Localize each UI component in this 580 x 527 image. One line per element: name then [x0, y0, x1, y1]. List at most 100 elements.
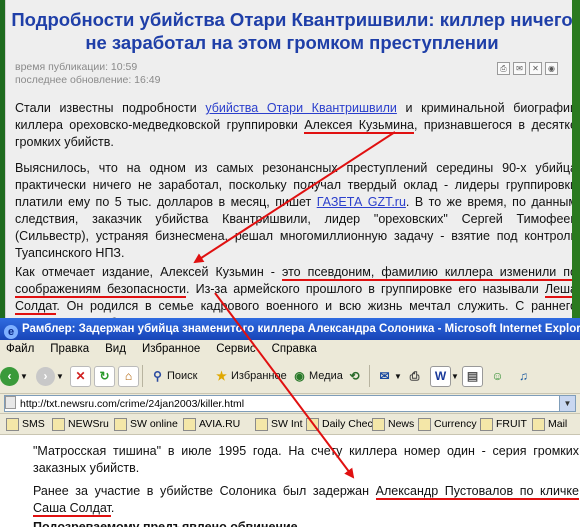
- refresh-icon: ↻: [94, 365, 115, 387]
- last-updated: последнее обновление: 16:49: [15, 74, 161, 86]
- link-newsru[interactable]: NEWSru: [52, 414, 109, 434]
- article-panel: Подробности убийства Отари Квантришвили:…: [0, 0, 580, 318]
- content-text-start: Ранее за участие в убийстве Солоника был…: [33, 484, 376, 498]
- content-subheading: Подозреваемому предъявлено обвинение: [33, 520, 298, 527]
- p3-text-start: Как отмечает издание, Алексей Кузьмин -: [15, 265, 282, 279]
- address-bar: http://txt.newsru.com/crime/24jan2003/ki…: [0, 394, 580, 414]
- content-paragraph-1: "Матросская тишина" в июле 1995 года. На…: [33, 444, 579, 475]
- discuss-icon: ▤: [462, 365, 483, 387]
- menu-bar: Файл Правка Вид Избранное Сервис Справка: [0, 340, 580, 360]
- p1-text-start: Стали известны подробности: [15, 101, 206, 115]
- favorites-button[interactable]: ★ Избранное: [212, 364, 287, 388]
- link-page-icon: [114, 417, 127, 431]
- messenger-icon: ☺: [491, 368, 504, 383]
- link-quantrishvili-murder[interactable]: убийства Отари Квантришвили: [205, 101, 397, 115]
- print-icon[interactable]: ⎙: [497, 62, 510, 75]
- search-label: Поиск: [167, 370, 198, 382]
- print-icon: ⎙: [409, 368, 420, 383]
- window-title: Рамблер: Задержан убийца знаменитого кил…: [22, 323, 580, 335]
- menu-edit[interactable]: Правка: [50, 343, 89, 355]
- paragraph-1: Стали известны подробности убийства Отар…: [15, 100, 577, 151]
- link-page-icon: [183, 417, 196, 431]
- page-icon: [5, 396, 16, 409]
- close-icon[interactable]: ✕: [529, 62, 542, 75]
- link-page-icon: [52, 417, 65, 431]
- article-headline: Подробности убийства Отари Квантришвили:…: [11, 9, 573, 53]
- link-fruit[interactable]: FRUIT: [480, 414, 527, 434]
- link-label: Currency: [434, 418, 477, 430]
- link-page-icon: [372, 417, 385, 431]
- p3-text-mid: . Из-за армейского прошлого в группировк…: [186, 282, 545, 296]
- research-icon: ♫: [519, 368, 528, 383]
- link-label: AVIA.RU: [199, 418, 241, 430]
- menu-favorites[interactable]: Избранное: [142, 343, 200, 355]
- paragraph-2: Выяснилось, что на одном из самых резона…: [15, 160, 577, 262]
- page-content: "Матросская тишина" в июле 1995 года. На…: [0, 435, 580, 527]
- link-mail[interactable]: Mail: [532, 414, 567, 434]
- links-bar: SMS NEWSru SW online AVIA.RU SW Int Dail…: [0, 414, 580, 435]
- address-input[interactable]: http://txt.newsru.com/crime/24jan2003/ki…: [4, 395, 576, 412]
- publication-time: время публикации: 10:59: [15, 61, 138, 73]
- home-icon: ⌂: [118, 365, 139, 387]
- stop-button[interactable]: ✕: [70, 364, 91, 388]
- link-page-icon: [532, 417, 545, 431]
- media-icon: ◉: [294, 368, 305, 383]
- mail-icon: ✉: [379, 368, 390, 383]
- link-news[interactable]: News: [372, 414, 414, 434]
- forward-arrow-icon: ›: [36, 366, 55, 386]
- home-button[interactable]: ⌂: [118, 364, 139, 388]
- search-button[interactable]: ⚲ Поиск: [148, 364, 197, 388]
- photo-icon[interactable]: ◉: [545, 62, 558, 75]
- link-page-icon: [255, 417, 268, 431]
- right-edge-decoration: [572, 0, 580, 318]
- menu-tools[interactable]: Сервис: [216, 343, 255, 355]
- standard-toolbar: ‹ ▼ › ▼ ✕ ↻ ⌂ ⚲ Поиск ★ Избранное ◉ Медиа ⟲ ✉…: [0, 359, 580, 394]
- link-sms[interactable]: SMS: [6, 414, 45, 434]
- print-button[interactable]: ⎙: [405, 364, 424, 388]
- link-page-icon: [306, 417, 319, 431]
- address-dropdown-icon[interactable]: ▼: [559, 396, 575, 411]
- email-icon[interactable]: ✉: [513, 62, 526, 75]
- back-button[interactable]: ‹ ▼: [0, 364, 28, 388]
- ie-logo-icon: e: [4, 325, 18, 339]
- link-avia[interactable]: AVIA.RU: [183, 414, 240, 434]
- window-titlebar[interactable]: e Рамблер: Задержан убийца знаменитого ки…: [0, 318, 580, 340]
- mail-button[interactable]: ✉ ▼: [375, 364, 401, 388]
- media-label: Медиа: [309, 370, 343, 382]
- menu-help[interactable]: Справка: [272, 343, 317, 355]
- media-button[interactable]: ◉ Медиа: [290, 364, 343, 388]
- discuss-button[interactable]: ▤: [462, 364, 483, 388]
- favorites-star-icon: ★: [216, 368, 227, 383]
- favorites-label: Избранное: [231, 370, 287, 382]
- word-edit-icon: W: [430, 365, 451, 387]
- link-page-icon: [6, 417, 19, 431]
- menu-view[interactable]: Вид: [105, 343, 126, 355]
- link-label: Daily Check: [322, 418, 379, 430]
- messenger-button[interactable]: ☺: [488, 364, 507, 388]
- link-label: FRUIT: [496, 418, 527, 430]
- link-sw-online[interactable]: SW online: [114, 414, 178, 434]
- forward-button[interactable]: › ▼: [36, 364, 64, 388]
- link-gazeta-gzt[interactable]: ГАЗЕТА GZT.ru: [317, 195, 406, 209]
- article-tools: ⎙ ✉ ✕ ◉: [497, 62, 558, 75]
- toolbar-separator: [142, 365, 143, 387]
- content-text-end: .: [110, 501, 115, 515]
- link-label: NEWSru: [68, 418, 109, 430]
- menu-file[interactable]: Файл: [6, 343, 34, 355]
- p3-text-end: . Он родился в семье кадрового военного …: [15, 299, 577, 318]
- link-page-icon: [480, 417, 493, 431]
- history-button[interactable]: ⟲: [345, 364, 364, 388]
- name-kuzmin-underlined: Алексея Кузьмина: [304, 118, 414, 134]
- search-icon: ⚲: [153, 368, 162, 383]
- edit-button[interactable]: W ▼: [430, 364, 459, 388]
- link-label: SW Int: [271, 418, 303, 430]
- research-button[interactable]: ♫: [514, 364, 533, 388]
- link-label: SMS: [22, 418, 45, 430]
- toolbar-separator: [369, 365, 370, 387]
- refresh-button[interactable]: ↻: [94, 364, 115, 388]
- history-icon: ⟲: [349, 368, 360, 383]
- link-sw-int[interactable]: SW Int: [255, 414, 303, 434]
- link-currency[interactable]: Currency: [418, 414, 477, 434]
- paragraph-3: Как отмечает издание, Алексей Кузьмин - …: [15, 264, 577, 318]
- link-daily-check[interactable]: Daily Check: [306, 414, 378, 434]
